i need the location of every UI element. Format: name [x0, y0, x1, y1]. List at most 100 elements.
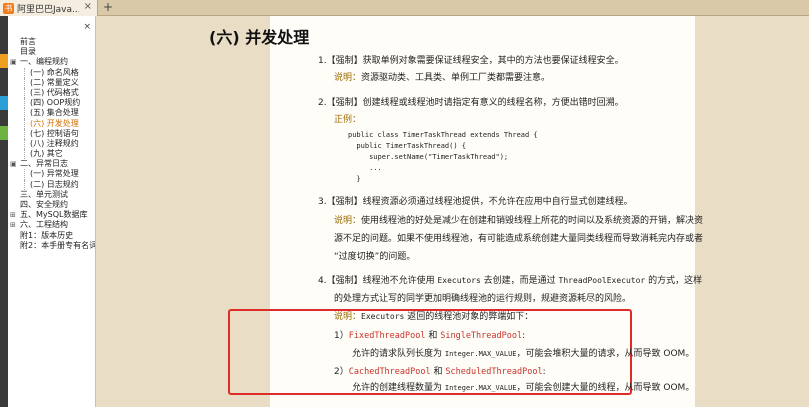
code-term: SingleThreadPool [440, 331, 523, 341]
outline-item-label: (二) 常量定义 [30, 77, 79, 87]
note-text: 资源驱动类、工具类、单例工厂类都需要注意。 [361, 73, 551, 83]
code-line: super.setName("TimerTaskThread"); [348, 153, 509, 161]
side-toolbar-strip [0, 16, 8, 407]
outline-item[interactable]: 三、单元测试 [8, 189, 95, 200]
code-line: } [348, 175, 361, 183]
outline-item[interactable]: (二) 常量定义 [8, 77, 95, 88]
outline-item[interactable]: (三) 代码格式 [8, 87, 95, 99]
bullet-2: 2）CachedThreadPool 和 ScheduledThreadPool… [334, 366, 546, 378]
text: 和 [430, 367, 446, 377]
outline-item[interactable]: (四) OOP规约 [8, 98, 95, 109]
tab-title: 阿里巴巴Java... [17, 4, 79, 15]
outline-item[interactable]: (六) 开发处理 [8, 118, 95, 129]
note-text: 使用线程池的好处是减少在创建和销毁线程上所花的时间以及系统资源的开销，解决资 [361, 216, 704, 226]
text: : [522, 331, 526, 341]
document-tab[interactable]: 书 阿里巴巴Java... × [0, 0, 98, 16]
outline-item[interactable]: (七) 控制语句 [8, 128, 95, 139]
toolbar-marker-icon[interactable] [0, 96, 8, 110]
outline-item[interactable]: (九) 其它 [8, 149, 95, 160]
outline-item[interactable]: 附2：本手册专有名词 [8, 240, 96, 251]
code-term: Integer.MAX_VALUE [444, 384, 517, 392]
outline-item[interactable]: (五) 集合处理 [8, 108, 95, 119]
outline-item[interactable]: ⊞ 六、工程结构 [8, 220, 95, 230]
outline-item[interactable]: (二) 日志规约 [8, 179, 95, 190]
text: 允许的请求队列长度为 [352, 349, 445, 359]
tab-bar: 书 阿里巴巴Java... × + [0, 0, 809, 16]
outline-item[interactable]: (八) 注释规约 [8, 138, 95, 150]
code-line: public class TimerTaskThread extends Thr… [348, 131, 538, 139]
outline-item-label: 六、工程结构 [20, 220, 68, 230]
outline-item-label: (一) 命名风格 [30, 67, 79, 77]
rule-3: 3.【强制】线程资源必须通过线程池提供，不允许在应用中自行显式创建线程。 [318, 197, 633, 207]
bullet-number: 2） [334, 367, 349, 377]
outline-item[interactable]: ▣ 一、编程规约 [8, 57, 95, 67]
outline-item-label: (七) 控制语句 [30, 128, 79, 138]
outline-item[interactable]: 四、安全规约 [8, 200, 95, 210]
code-term: ScheduledThreadPool [445, 367, 543, 377]
rule-3-note-line: 源不足的问题。如果不使用线程池，有可能造成系统创建大量同类线程而导致消耗完内存或… [334, 234, 704, 244]
toolbar-marker-icon[interactable] [0, 54, 8, 68]
text: 和 [425, 331, 441, 341]
expand-toggle-icon[interactable]: ▣ [10, 159, 17, 169]
text: 4.【强制】线程池不允许使用 [318, 276, 438, 286]
note-label: 说明： [334, 73, 362, 83]
rule-1: 1.【强制】获取单例对象需要保证线程安全，其中的方法也要保证线程安全。 [318, 56, 624, 66]
outline-item-label: 附1：版本历史 [20, 230, 74, 240]
outline-item-label: 三、单元测试 [20, 189, 68, 199]
outline-item-label: (二) 日志规约 [30, 179, 79, 189]
outline-item[interactable]: (一) 异常处理 [8, 169, 95, 180]
text: 去创建，而是通过 [480, 276, 559, 286]
outline-item[interactable]: ▣ 二、异常日志 [8, 159, 95, 169]
rule-3-note-line: “过度切换”的问题。 [334, 252, 416, 262]
code-term: Executors [437, 276, 481, 285]
expand-toggle-icon[interactable]: ▣ [10, 57, 17, 67]
outline-sidebar: × 前言 目录 ▣ 一、编程规约 (一) 命名风格 (二) 常量定义 (三) 代码格式 (四)… [8, 16, 96, 407]
new-tab-button[interactable]: + [101, 0, 115, 16]
outline-item-label: 一、编程规约 [20, 57, 68, 67]
outline-item-label: (九) 其它 [30, 149, 63, 159]
note-label: 说明： [334, 216, 362, 226]
text: ，可能会创建大量的线程，从而导致 OOM。 [516, 383, 695, 393]
outline-item-label: (一) 异常处理 [30, 169, 79, 179]
rule-4: 4.【强制】线程池不允许使用 Executors 去创建，而是通过 Thread… [318, 275, 702, 287]
code-term: ThreadPoolExecutor [558, 276, 646, 285]
text: ，可能会堆积大量的请求，从而导致 OOM。 [516, 349, 695, 359]
code-line: public TimerTaskThread() { [348, 142, 467, 150]
outline-tree: 前言 目录 ▣ 一、编程规约 (一) 命名风格 (二) 常量定义 (三) 代码格式 (四) O… [8, 37, 96, 251]
text: 的方式，这样 [645, 276, 703, 286]
book-icon: 书 [3, 2, 14, 14]
rule-2: 2.【强制】创建线程或线程池时请指定有意义的线程名称，方便出错时回溯。 [318, 98, 624, 108]
outline-item[interactable]: 目录 [8, 47, 95, 57]
outline-item-label: (五) 集合处理 [30, 108, 79, 118]
close-sidebar-icon[interactable]: × [83, 22, 91, 32]
code-term: CachedThreadPool [348, 367, 431, 377]
expand-toggle-icon[interactable]: ⊞ [10, 210, 16, 220]
outline-item-label: 前言 [20, 37, 36, 46]
outline-item-label: 附2：本手册专有名词 [20, 240, 96, 250]
outline-item-label: (八) 注释规约 [30, 138, 79, 148]
outline-item[interactable]: ⊞ 五、MySQL数据库 [8, 210, 95, 220]
outline-item-label: 目录 [20, 47, 36, 57]
code-term: Integer.MAX_VALUE [444, 350, 517, 358]
outline-item-label: 四、安全规约 [20, 200, 68, 209]
text: 允许的创建线程数量为 [352, 383, 445, 393]
bullet-1: 1）FixedThreadPool 和 SingleThreadPool: [334, 330, 525, 342]
rule-1-note: 说明：资源驱动类、工具类、单例工厂类都需要注意。 [334, 72, 550, 84]
code-line: ... [348, 164, 382, 172]
outline-item[interactable]: 前言 [8, 37, 95, 47]
text: : [542, 367, 546, 377]
expand-toggle-icon[interactable]: ⊞ [10, 220, 16, 230]
bullet-1-desc: 允许的请求队列长度为 Integer.MAX_VALUE，可能会堆积大量的请求，… [352, 348, 694, 360]
outline-item-label: (六) 开发处理 [30, 118, 79, 128]
outline-item-label: 二、异常日志 [20, 159, 68, 169]
outline-item-label: 五、MySQL数据库 [20, 210, 88, 220]
rule-4-line: 的处理方式让写的同学更加明确线程池的运行规则，规避资源耗尽的风险。 [334, 294, 632, 304]
outline-item[interactable]: (一) 命名风格 [8, 67, 95, 78]
bullet-2-desc: 允许的创建线程数量为 Integer.MAX_VALUE，可能会创建大量的线程，… [352, 382, 694, 394]
toolbar-marker-icon[interactable] [0, 126, 8, 140]
bullet-number: 1） [334, 331, 349, 341]
close-tab-icon[interactable]: × [84, 1, 92, 12]
outline-item[interactable]: 附1：版本历史 [8, 230, 95, 241]
section-heading: (六) 并发处理 [209, 28, 310, 47]
outline-item-label: (三) 代码格式 [30, 87, 79, 97]
